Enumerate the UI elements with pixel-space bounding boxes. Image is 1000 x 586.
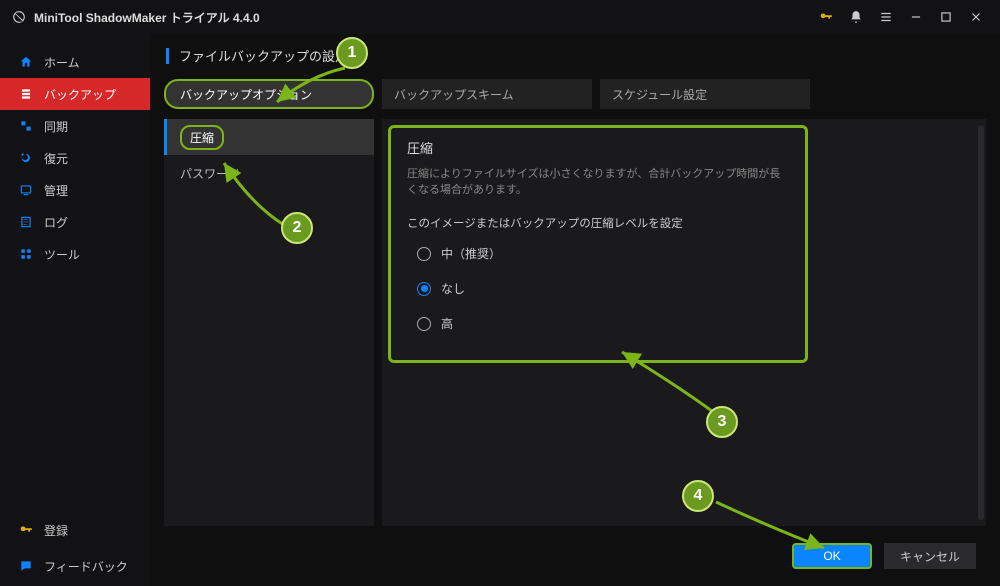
radio-icon [417, 317, 431, 331]
sidebar-label: 復元 [44, 150, 68, 167]
page-title: ファイルバックアップの設定 [179, 46, 348, 65]
panel-title: 圧縮 [407, 138, 789, 157]
sidebar-label: ホーム [44, 54, 80, 71]
sync-icon [18, 118, 34, 134]
scrollbar[interactable] [978, 125, 984, 520]
radio-label: 中（推奨） [441, 245, 501, 262]
tab-bar: バックアップオプション バックアップスキーム スケジュール設定 [164, 79, 986, 109]
tab-backup-scheme[interactable]: バックアップスキーム [382, 79, 592, 109]
notification-icon[interactable] [844, 5, 868, 29]
button-label: OK [823, 549, 840, 563]
maximize-button[interactable] [934, 5, 958, 29]
tab-backup-options[interactable]: バックアップオプション [164, 79, 374, 109]
annotation-badge-2: 2 [281, 212, 313, 244]
menu-icon[interactable] [874, 5, 898, 29]
minimize-button[interactable] [904, 5, 928, 29]
button-label: キャンセル [900, 548, 960, 565]
feedback-icon [18, 558, 34, 574]
sidebar-label: 登録 [44, 522, 68, 539]
page-header: ファイルバックアップの設定 [164, 46, 986, 65]
accent-bar [166, 48, 169, 64]
panel-subtitle: このイメージまたはバックアップの圧縮レベルを設定 [407, 215, 789, 231]
app-title: MiniTool ShadowMaker トライアル 4.4.0 [34, 9, 808, 26]
manage-icon [18, 182, 34, 198]
key-icon[interactable] [814, 5, 838, 29]
sidebar-label: フィードバック [44, 558, 128, 575]
sidebar-item-sync[interactable]: 同期 [0, 110, 150, 142]
close-button[interactable] [964, 5, 988, 29]
tab-label: バックアップオプション [180, 86, 312, 103]
sidebar-item-tools[interactable]: ツール [0, 238, 150, 270]
nav-item-compression[interactable]: 圧縮 [164, 119, 374, 155]
sidebar-label: ログ [44, 214, 68, 231]
sidebar-item-restore[interactable]: 復元 [0, 142, 150, 174]
home-icon [18, 54, 34, 70]
main-panel: ファイルバックアップの設定 バックアップオプション バックアップスキーム スケジ… [150, 34, 1000, 586]
sidebar-item-backup[interactable]: バックアップ [0, 78, 150, 110]
sidebar-label: 管理 [44, 182, 68, 199]
sidebar-item-log[interactable]: ログ [0, 206, 150, 238]
tab-schedule[interactable]: スケジュール設定 [600, 79, 810, 109]
tab-label: バックアップスキーム [394, 86, 514, 103]
tools-icon [18, 246, 34, 262]
nav-label: パスワード [180, 165, 240, 182]
radio-label: なし [441, 280, 465, 297]
titlebar: MiniTool ShadowMaker トライアル 4.4.0 [0, 0, 1000, 34]
radio-label: 高 [441, 315, 453, 332]
radio-none[interactable]: なし [417, 280, 789, 297]
radio-icon [417, 282, 431, 296]
cancel-button[interactable]: キャンセル [884, 543, 976, 569]
radio-icon [417, 247, 431, 261]
compression-panel: 圧縮 圧縮によりファイルサイズは小さくなりますが、合計バックアップ時間が長くなる… [388, 125, 808, 363]
annotation-badge-1: 1 [336, 37, 368, 69]
panel-desc: 圧縮によりファイルサイズは小さくなりますが、合計バックアップ時間が長くなる場合が… [407, 165, 789, 197]
ok-button[interactable]: OK [792, 543, 872, 569]
sidebar-label: バックアップ [44, 86, 116, 103]
sidebar-label: 同期 [44, 118, 68, 135]
sidebar: ホーム バックアップ 同期 復元 管理 ログ ツール [0, 34, 150, 586]
annotation-badge-4: 4 [682, 480, 714, 512]
key-icon [18, 522, 34, 538]
log-icon [18, 214, 34, 230]
app-logo-icon [12, 10, 26, 24]
dialog-footer: OK キャンセル [164, 536, 986, 576]
options-nav: 圧縮 パスワード [164, 119, 374, 526]
sidebar-item-register[interactable]: 登録 [0, 514, 150, 546]
radio-high[interactable]: 高 [417, 315, 789, 332]
radio-medium[interactable]: 中（推奨） [417, 245, 789, 262]
sidebar-label: ツール [44, 246, 80, 263]
sidebar-item-home[interactable]: ホーム [0, 46, 150, 78]
sidebar-item-feedback[interactable]: フィードバック [0, 550, 150, 582]
tab-label: スケジュール設定 [612, 86, 707, 103]
nav-label: 圧縮 [180, 125, 224, 150]
annotation-badge-3: 3 [706, 406, 738, 438]
backup-icon [18, 86, 34, 102]
options-panel: 圧縮 圧縮によりファイルサイズは小さくなりますが、合計バックアップ時間が長くなる… [382, 119, 986, 526]
restore-icon [18, 150, 34, 166]
sidebar-item-manage[interactable]: 管理 [0, 174, 150, 206]
nav-item-password[interactable]: パスワード [164, 155, 374, 191]
